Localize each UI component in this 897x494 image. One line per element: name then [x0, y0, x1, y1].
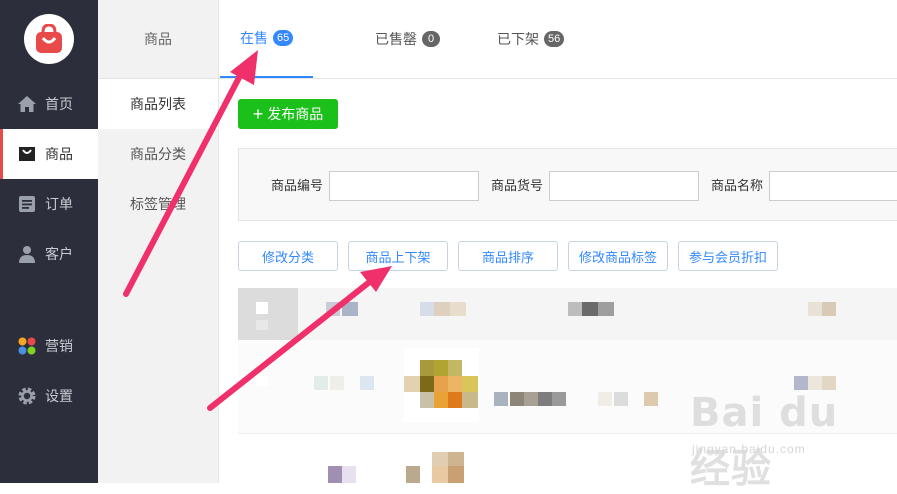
pixelated-block: [524, 392, 538, 406]
pixelated-block: [256, 302, 268, 314]
pixelated-block: [330, 376, 344, 390]
pixelated-block: [434, 392, 448, 408]
sidebar-item-label: 商品: [45, 146, 73, 162]
pixelated-block: [644, 392, 658, 406]
pixelated-block: [256, 320, 268, 330]
sort-products-button[interactable]: 商品排序: [458, 241, 558, 271]
pixelated-block: [420, 360, 434, 376]
pixelated-block: [256, 374, 268, 386]
status-tabs: 在售 65 已售罄 0 已下架 56: [218, 0, 897, 79]
pixelated-block: [326, 302, 340, 316]
sidebar-item-products[interactable]: 商品: [0, 129, 101, 179]
tab-on-sale[interactable]: 在售 65: [220, 0, 314, 78]
pixelated-block: [598, 302, 614, 316]
member-discount-button[interactable]: 参与会员折扣: [678, 241, 778, 271]
pixelated-block: [342, 466, 356, 483]
shopping-bag-logo-icon: [36, 24, 62, 53]
tab-off-shelf[interactable]: 已下架 56: [497, 0, 565, 78]
sub-sidebar: 商品 商品列表 商品分类 标签管理: [98, 0, 219, 483]
pixelated-block: [434, 360, 448, 376]
sidebar-item-label: 订单: [45, 196, 73, 212]
pixelated-block: [420, 392, 434, 408]
pixelated-block: [614, 392, 628, 406]
user-icon: [17, 244, 37, 264]
pixelated-block: [404, 376, 420, 392]
pixelated-block: [434, 376, 448, 392]
pixelated-block: [448, 466, 464, 483]
pixelated-block: [822, 302, 836, 316]
pixelated-block: [420, 302, 434, 316]
count-badge: 65: [273, 30, 294, 46]
table-header: [238, 288, 897, 340]
sidebar-item-label: 设置: [45, 388, 73, 404]
pixelated-block: [582, 302, 598, 316]
plus-icon: +: [252, 104, 264, 124]
filter-label-product-name: 商品名称: [711, 178, 764, 193]
count-badge: 56: [544, 31, 565, 47]
sub-sidebar-title: 商品: [98, 0, 218, 79]
pixelated-block: [432, 466, 448, 483]
pixelated-block: [448, 392, 462, 408]
subnav-item-tag-management[interactable]: 标签管理: [98, 179, 218, 229]
subnav-item-product-category[interactable]: 商品分类: [98, 129, 218, 179]
pixelated-block: [420, 376, 434, 392]
product-id-input[interactable]: [329, 171, 479, 201]
tab-sold-out[interactable]: 已售罄 0: [375, 0, 440, 78]
pixelated-block: [552, 392, 566, 406]
pixelated-block: [448, 376, 462, 392]
sidebar-item-orders[interactable]: 订单: [0, 179, 98, 229]
product-name-input[interactable]: [769, 171, 897, 201]
change-category-button[interactable]: 修改分类: [238, 241, 338, 271]
shopping-bag-icon: [17, 144, 37, 164]
sidebar-item-home[interactable]: 首页: [0, 79, 98, 129]
publish-label: 发布商品: [267, 106, 324, 122]
main-sidebar: 首页 商品 订单 客户 营销 设置: [0, 0, 101, 483]
tab-label: 已下架: [497, 31, 539, 47]
pixelated-block: [238, 288, 298, 340]
pixelated-block: [462, 376, 478, 392]
tab-label: 已售罄: [375, 31, 417, 47]
pixelated-block: [406, 466, 420, 483]
pixelated-block: [510, 392, 524, 406]
pixelated-block: [494, 392, 508, 406]
sidebar-item-label: 营销: [45, 338, 73, 354]
filter-label-product-id: 商品编号: [271, 178, 324, 193]
pixelated-block: [434, 302, 450, 316]
subnav-item-product-list[interactable]: 商品列表: [98, 79, 218, 129]
watermark-url: jingyan.baidu.com: [692, 442, 806, 456]
publish-product-button[interactable]: + 发布商品: [238, 99, 338, 129]
pixelated-block: [432, 452, 448, 466]
filter-panel: 商品编号 商品货号 商品名称: [238, 148, 897, 221]
pixelated-block: [448, 360, 462, 376]
pixelated-block: [538, 392, 552, 406]
toggle-listing-button[interactable]: 商品上下架: [348, 241, 448, 271]
pixelated-block: [598, 392, 612, 406]
sidebar-item-customers[interactable]: 客户: [0, 229, 98, 279]
sidebar-item-settings[interactable]: 设置: [0, 371, 98, 421]
marketing-icon: [17, 336, 37, 356]
tab-label: 在售: [240, 30, 268, 46]
edit-tags-button[interactable]: 修改商品标签: [568, 241, 668, 271]
pixelated-block: [808, 302, 822, 316]
gear-icon: [17, 386, 37, 406]
pixelated-block: [314, 376, 328, 390]
pixelated-block: [568, 302, 582, 316]
home-icon: [17, 94, 37, 114]
pixelated-block: [342, 302, 358, 316]
pixelated-block: [328, 466, 342, 483]
pixelated-block: [462, 392, 478, 408]
pixelated-block: [448, 452, 464, 466]
app-logo[interactable]: [24, 14, 74, 64]
filter-label-product-sku: 商品货号: [491, 178, 544, 193]
watermark: Bai du 经验 jingyan.baidu.com: [690, 382, 890, 492]
sidebar-item-label: 首页: [45, 96, 73, 112]
order-list-icon: [17, 194, 37, 214]
sidebar-item-label: 客户: [45, 246, 73, 262]
pixelated-block: [450, 302, 466, 316]
count-badge: 0: [422, 31, 440, 47]
product-sku-input[interactable]: [549, 171, 699, 201]
sidebar-item-marketing[interactable]: 营销: [0, 321, 98, 371]
pixelated-block: [360, 376, 374, 390]
